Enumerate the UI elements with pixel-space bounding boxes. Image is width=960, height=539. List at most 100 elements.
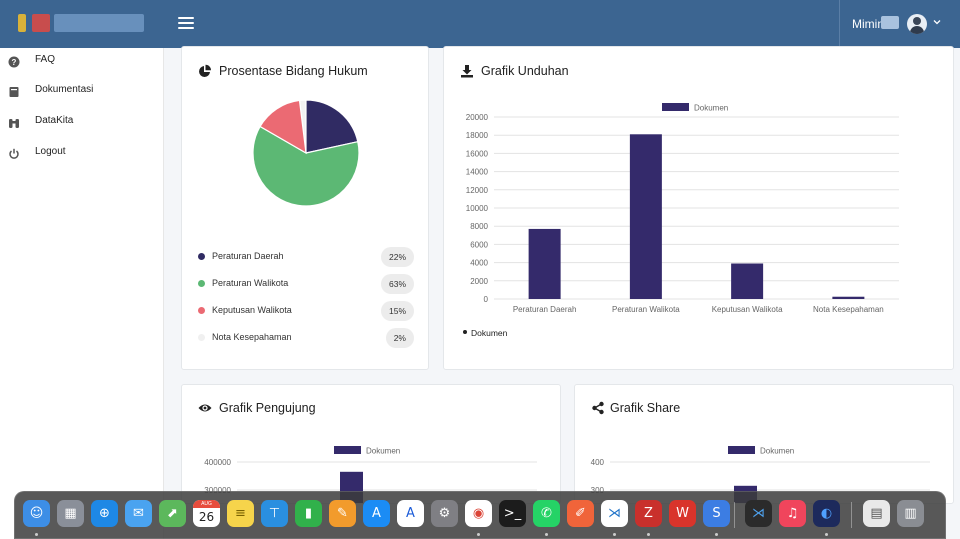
card-title: Grafik Unduhan xyxy=(481,64,569,78)
logo-mark xyxy=(32,14,50,32)
y-tick-label: 400000 xyxy=(204,458,231,467)
pie-chart-icon xyxy=(199,64,211,77)
keynote-icon[interactable]: ⊤ xyxy=(261,500,288,527)
wps-office-icon[interactable]: W xyxy=(669,500,696,527)
trash-icon[interactable]: ▥ xyxy=(897,500,924,527)
dock-icon-glyph: ▮ xyxy=(304,506,313,521)
calendar-icon[interactable]: AUG 26 xyxy=(193,500,220,527)
legend-swatch xyxy=(334,446,361,454)
x-tick-label: Nota Kesepahaman xyxy=(813,305,884,314)
legend-item-nota-kesepahaman: Nota Kesepahaman 2% xyxy=(198,328,414,348)
y-tick-label: 4000 xyxy=(470,259,488,268)
macos-dock: ☺ ▦ ⊕ ✉ ⬈ AUG 26 ≡ ⊤ ▮ ✎ A A ⚙ ◉ >_ ✆ ✐ ⋊ Z W S ⋊ ♫ ◐ ▤ ▥ xyxy=(14,491,946,539)
y-tick-label: 0 xyxy=(484,295,489,304)
legend-percent-badge: 63% xyxy=(380,274,414,294)
sidebar-item-datakita[interactable]: DataKita xyxy=(0,109,164,139)
legend-percent-badge: 2% xyxy=(385,328,414,348)
mail-icon[interactable]: ✉ xyxy=(125,500,152,527)
scanner-icon[interactable]: ▤ xyxy=(863,500,890,527)
dock-icon-glyph: ⬈ xyxy=(167,506,178,521)
finder-icon[interactable]: ☺ xyxy=(23,500,50,527)
dock-icon-glyph: W xyxy=(676,506,689,521)
pie-chart xyxy=(252,99,360,207)
whatsapp-icon[interactable]: ✆ xyxy=(533,500,560,527)
terminal-icon[interactable]: >_ xyxy=(499,500,526,527)
hamburger-menu-icon[interactable] xyxy=(178,15,194,31)
avatar[interactable] xyxy=(907,14,927,34)
y-tick-label: 16000 xyxy=(466,149,489,158)
system-settings-icon[interactable]: ⚙ xyxy=(431,500,458,527)
dock-separator xyxy=(734,502,735,528)
y-tick-label: 18000 xyxy=(466,131,489,140)
legend-percent-badge: 15% xyxy=(380,301,414,321)
dock-icon-glyph: ▦ xyxy=(64,506,77,521)
dock-icon-glyph: ≡ xyxy=(235,506,246,521)
running-indicator xyxy=(647,533,650,536)
s-app-icon[interactable]: S xyxy=(703,500,730,527)
safari-icon[interactable]: ⊕ xyxy=(91,500,118,527)
dock-icon-glyph: Z xyxy=(644,506,653,521)
sidebar-item-dokumentasi[interactable]: Dokumentasi xyxy=(0,78,164,108)
card-title: Prosentase Bidang Hukum xyxy=(219,64,368,78)
sidebar: ? FAQ Dokumentasi DataKita Logout xyxy=(0,48,164,539)
vscode-icon[interactable]: ⋊ xyxy=(601,500,628,527)
app-store-icon[interactable]: A xyxy=(363,500,390,527)
legend-item-peraturan-walikota: Peraturan Walikota 63% xyxy=(198,274,414,294)
running-indicator xyxy=(545,533,548,536)
legend-label: Dokumen xyxy=(366,447,400,456)
downloads-bar-chart: Dokumen 0 2000 4000 6000 8000 10000 12000 14000 1… xyxy=(466,103,899,314)
legend-bullet xyxy=(463,330,467,334)
running-indicator xyxy=(715,533,718,536)
running-indicator xyxy=(613,533,616,536)
sidebar-item-logout[interactable]: Logout xyxy=(0,140,164,170)
xcode-instruments-icon[interactable]: A xyxy=(397,500,424,527)
legend-label: Keputusan Walikota xyxy=(212,305,292,315)
legend-percent-badge: 22% xyxy=(380,247,414,267)
svg-text:?: ? xyxy=(12,58,17,67)
sidebar-item-label: Dokumentasi xyxy=(35,84,94,95)
bar-keputusan-walikota[interactable] xyxy=(731,263,764,299)
notes-icon[interactable]: ≡ xyxy=(227,500,254,527)
bar-peraturan-walikota[interactable] xyxy=(629,134,662,299)
binoculars-icon xyxy=(9,119,19,128)
share-icon xyxy=(592,401,604,415)
dock-icon-glyph: ◉ xyxy=(472,506,485,521)
user-menu[interactable]: Mimin H xyxy=(839,0,960,48)
top-navbar: Mimin H xyxy=(0,0,960,48)
firefox-icon[interactable]: ◐ xyxy=(813,500,840,527)
music-icon[interactable]: ♫ xyxy=(779,500,806,527)
running-indicator xyxy=(825,533,828,536)
running-indicator xyxy=(35,533,38,536)
dock-icon-glyph: ▥ xyxy=(904,506,917,521)
maps-icon[interactable]: ⬈ xyxy=(159,500,186,527)
bar-peraturan-daerah[interactable] xyxy=(528,228,561,299)
dock-icon-glyph: ⋊ xyxy=(752,506,765,521)
x-tick-label: Peraturan Walikota xyxy=(612,305,680,314)
y-tick-label: 400 xyxy=(591,458,605,467)
legend-label: Dokumen xyxy=(694,104,728,113)
card-title: Grafik Pengujung xyxy=(219,401,316,415)
chrome-icon[interactable]: ◉ xyxy=(465,500,492,527)
launchpad-icon[interactable]: ▦ xyxy=(57,500,84,527)
dock-icon-glyph: ✐ xyxy=(575,506,586,521)
bar-nota-kesepahaman[interactable] xyxy=(832,296,865,299)
pages-icon[interactable]: ✎ xyxy=(329,500,356,527)
dock-icon-glyph: ⋊ xyxy=(608,506,621,521)
dock-icon-glyph: ⊕ xyxy=(99,506,110,521)
filezilla-icon[interactable]: Z xyxy=(635,500,662,527)
sidebar-item-faq[interactable]: ? FAQ xyxy=(0,48,164,78)
legend-swatch xyxy=(662,103,689,111)
y-tick-label: 2000 xyxy=(470,277,488,286)
numbers-icon[interactable]: ▮ xyxy=(295,500,322,527)
vscode-insiders-icon[interactable]: ⋊ xyxy=(745,500,772,527)
sketch-pen-icon[interactable]: ✐ xyxy=(567,500,594,527)
dock-icon-glyph: ✉ xyxy=(133,506,144,521)
chevron-down-icon[interactable] xyxy=(933,18,941,26)
dock-icon-glyph: ✆ xyxy=(541,506,552,521)
user-name-redaction xyxy=(881,16,899,29)
app-logo[interactable] xyxy=(18,12,146,36)
legend-item-keputusan-walikota: Keputusan Walikota 15% xyxy=(198,301,414,321)
legend-swatch xyxy=(198,280,205,287)
dock-separator xyxy=(851,502,852,528)
dock-icon-glyph: ◐ xyxy=(820,506,833,521)
